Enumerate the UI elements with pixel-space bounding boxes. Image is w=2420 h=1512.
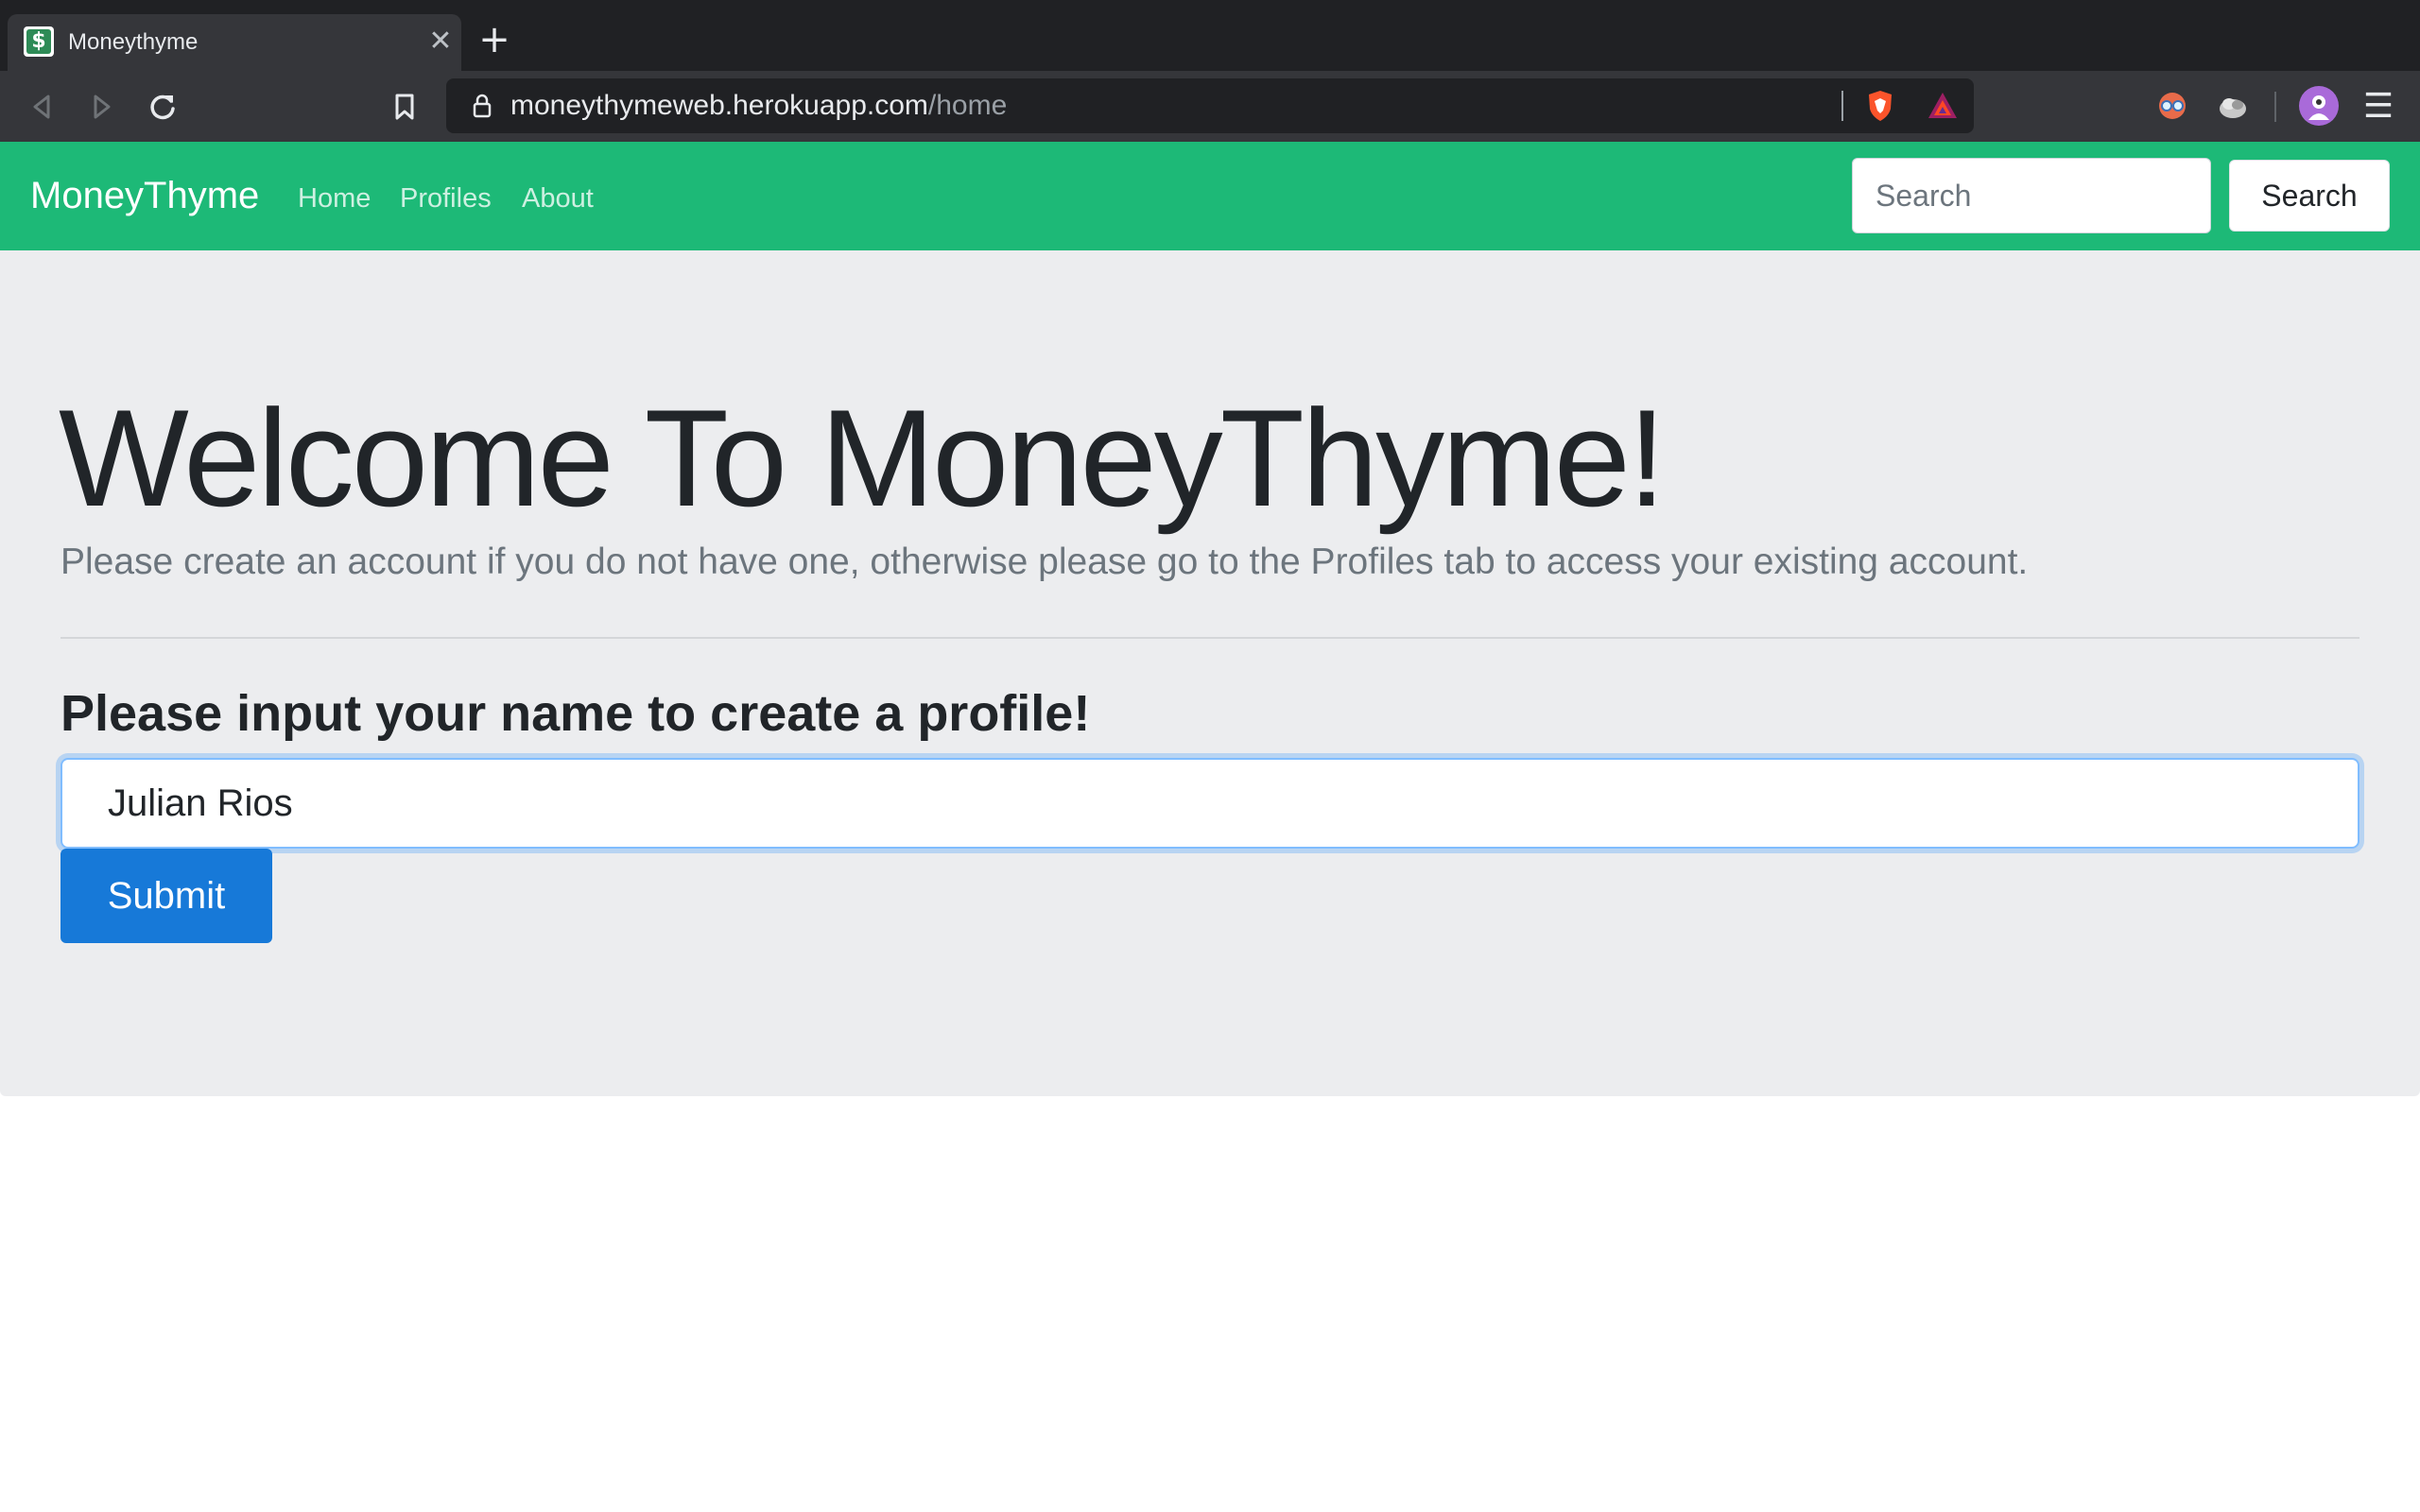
page-title: Welcome To MoneyThyme! bbox=[59, 381, 1666, 535]
reload-icon[interactable] bbox=[144, 88, 182, 126]
create-profile-label: Please input your name to create a profi… bbox=[60, 685, 1091, 742]
section-divider bbox=[60, 637, 2360, 639]
welcome-jumbotron: Welcome To MoneyThyme! Please create an … bbox=[0, 250, 2420, 1096]
nav-link-profiles[interactable]: Profiles bbox=[400, 182, 492, 215]
new-tab-icon[interactable]: + bbox=[477, 21, 511, 59]
url-text: moneythymeweb.herokuapp.com/home bbox=[510, 90, 1007, 122]
address-bar-divider bbox=[1841, 91, 1843, 121]
nav-link-home[interactable]: Home bbox=[298, 182, 371, 215]
url-host: moneythymeweb.herokuapp.com bbox=[510, 90, 928, 121]
extension-cloud-icon[interactable] bbox=[2214, 87, 2252, 125]
site-navbar: MoneyThyme Home Profiles About Search bbox=[0, 142, 2420, 250]
back-icon[interactable] bbox=[23, 88, 60, 126]
brave-rewards-icon[interactable] bbox=[1925, 88, 1961, 124]
address-bar[interactable]: moneythymeweb.herokuapp.com/home bbox=[446, 78, 1974, 133]
tab-close-icon[interactable]: ✕ bbox=[425, 26, 456, 57]
browser-tab[interactable]: $ Moneythyme ✕ bbox=[8, 14, 461, 71]
browser-menu-icon[interactable]: ☰ bbox=[2360, 88, 2397, 126]
profile-name-input[interactable] bbox=[60, 758, 2360, 849]
forward-icon[interactable] bbox=[83, 88, 121, 126]
brave-shields-icon[interactable] bbox=[1862, 88, 1898, 124]
moneythyme-favicon-icon: $ bbox=[24, 26, 54, 57]
welcome-lead-text: Please create an account if you do not h… bbox=[60, 541, 2029, 582]
lock-icon bbox=[467, 91, 497, 121]
browser-toolbar: moneythymeweb.herokuapp.com/home ☰ bbox=[0, 71, 2420, 142]
url-path: /home bbox=[927, 90, 1008, 121]
bookmark-icon[interactable] bbox=[386, 88, 424, 126]
navbar-search-button[interactable]: Search bbox=[2229, 160, 2390, 232]
extension-glasses-icon[interactable] bbox=[2153, 87, 2191, 125]
browser-tabstrip: $ Moneythyme ✕ + bbox=[0, 0, 2420, 71]
submit-button[interactable]: Submit bbox=[60, 849, 272, 943]
profile-avatar-icon[interactable] bbox=[2299, 86, 2339, 126]
navbar-brand[interactable]: MoneyThyme bbox=[30, 174, 259, 217]
navbar-search-input[interactable] bbox=[1852, 158, 2211, 233]
toolbar-divider bbox=[2274, 92, 2276, 122]
tab-title: Moneythyme bbox=[68, 29, 199, 55]
nav-link-about[interactable]: About bbox=[522, 182, 594, 215]
